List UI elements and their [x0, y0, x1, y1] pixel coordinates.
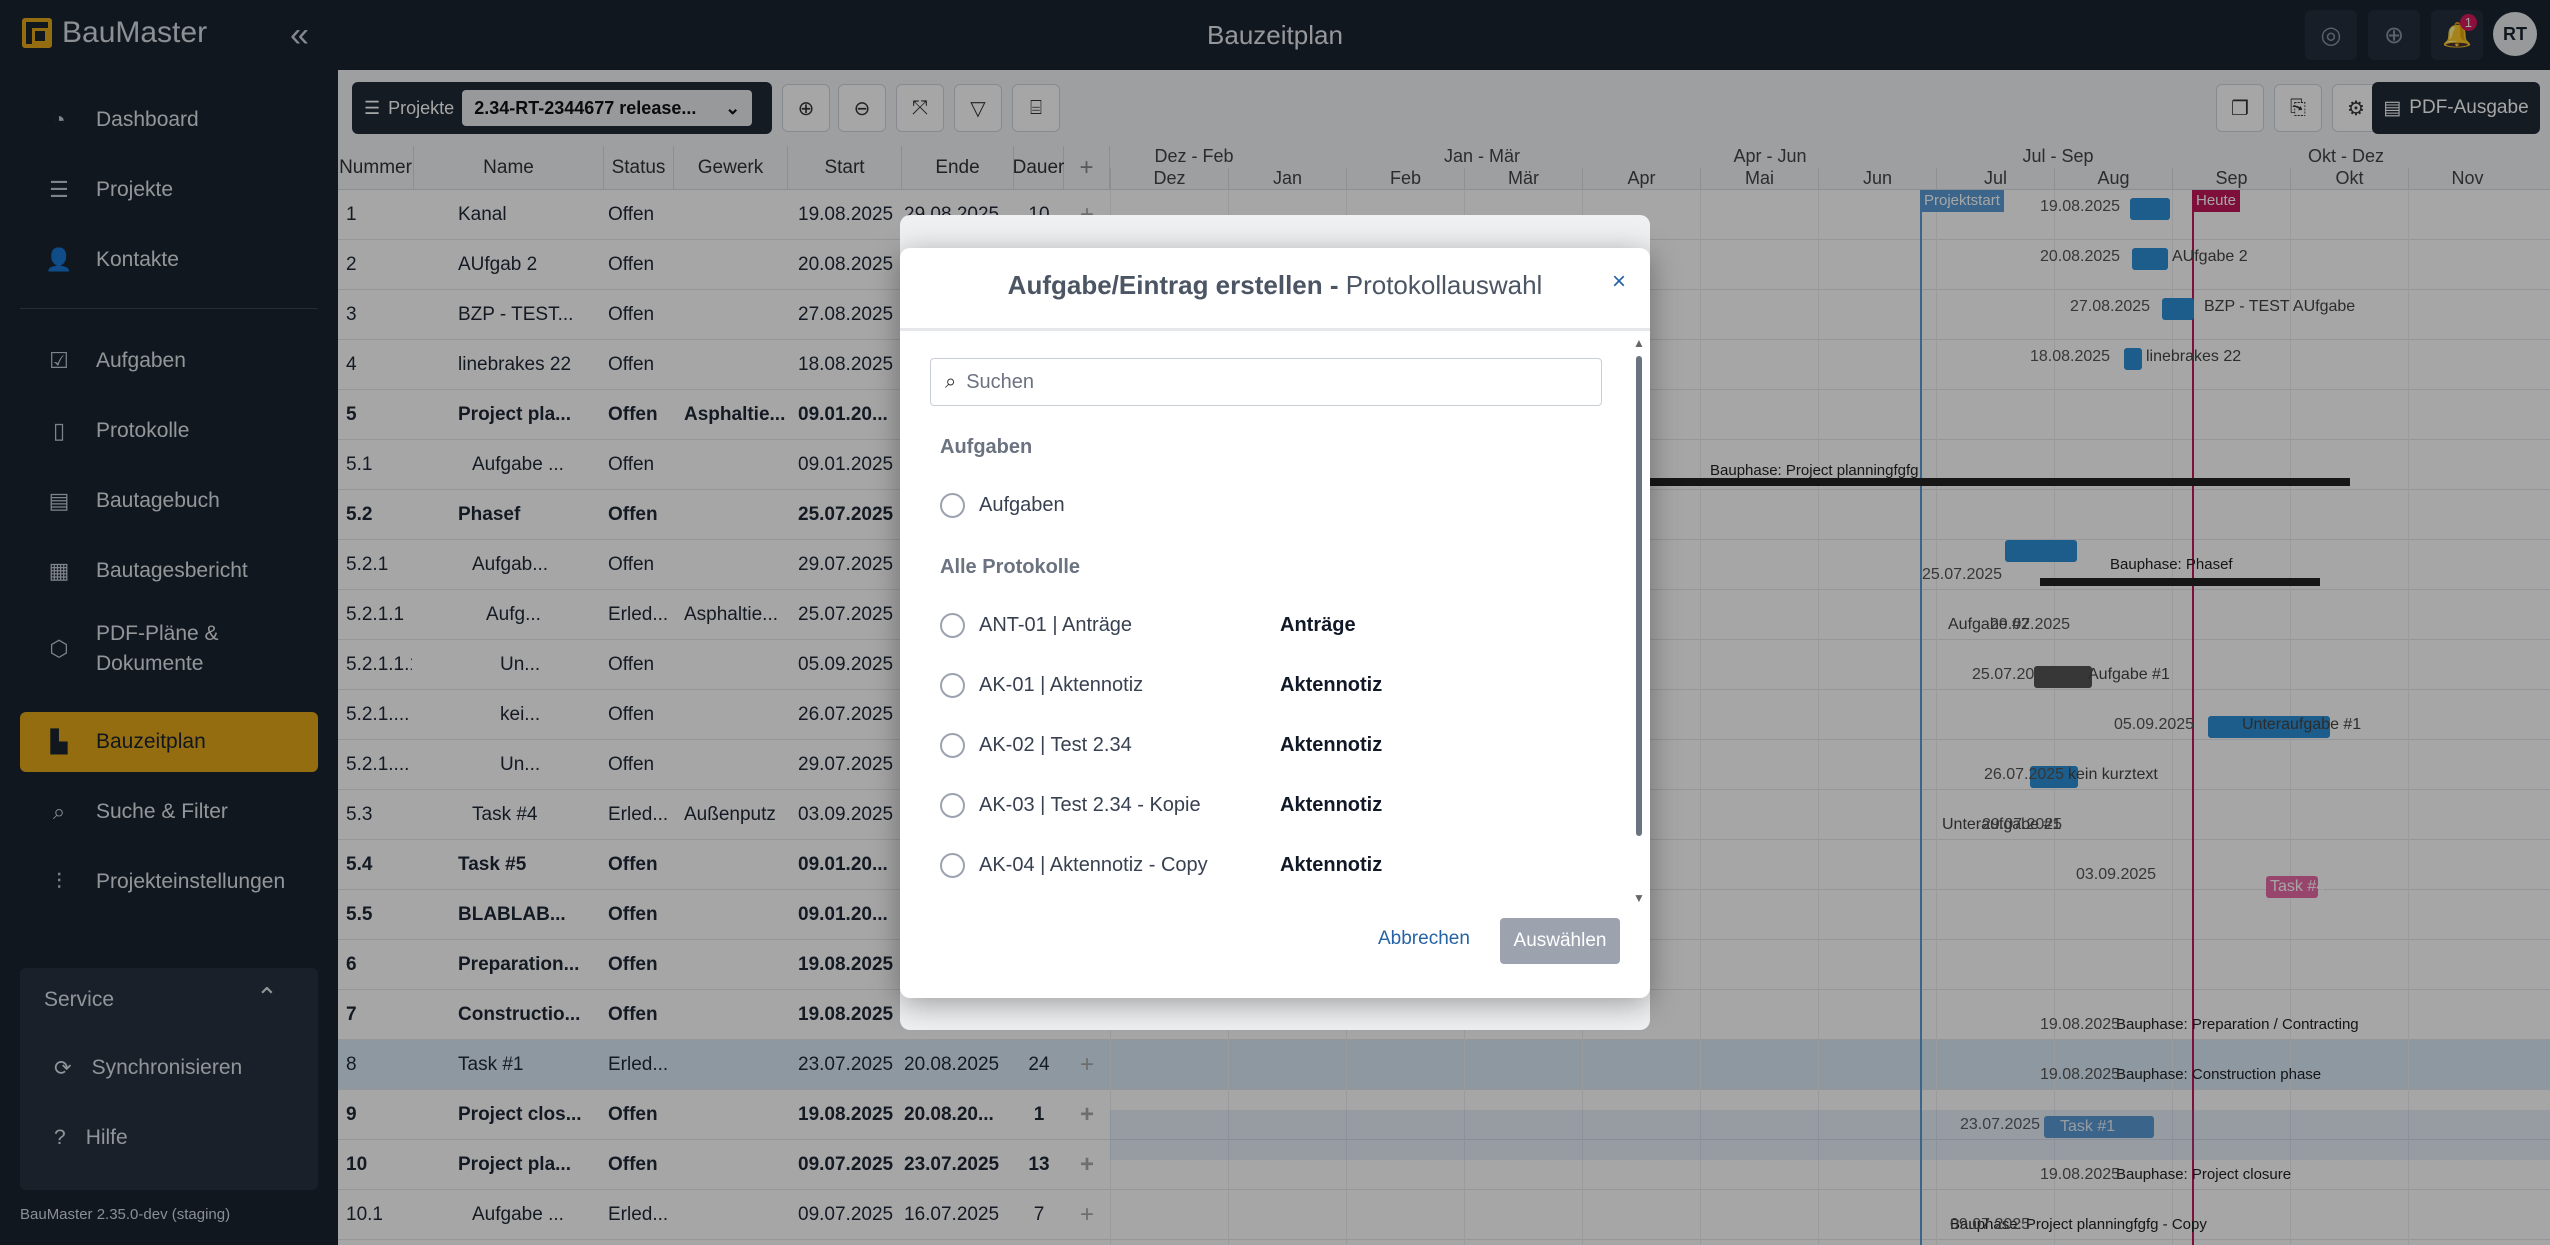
option-label: AK-02 | Test 2.34 — [979, 733, 1132, 756]
option-label: Aufgaben — [979, 493, 1065, 516]
option-protocol[interactable]: AK-04 | Aktennotiz - Copy Aktennotiz — [940, 845, 1590, 885]
option-label: AK-03 | Test 2.34 - Kopie — [979, 793, 1201, 816]
close-icon[interactable]: × — [1612, 268, 1626, 296]
section-protocols-heading: Alle Protokolle — [940, 556, 1081, 578]
select-protocol-modal: Aufgabe/Eintrag erstellen - Protokollaus… — [900, 248, 1650, 998]
radio-button[interactable] — [940, 852, 965, 878]
search-icon: ⌕ — [945, 370, 957, 393]
option-protocol[interactable]: AK-03 | Test 2.34 - Kopie Aktennotiz — [940, 785, 1590, 825]
option-category: Aktennotiz — [1280, 733, 1383, 756]
option-category: Aktennotiz — [1280, 853, 1383, 876]
search-placeholder: Suchen — [966, 370, 1035, 393]
radio-button[interactable] — [940, 672, 965, 698]
scroll-up-icon[interactable]: ▲ — [1633, 336, 1645, 350]
option-protocol[interactable]: ANT-01 | Anträge Anträge — [940, 605, 1590, 645]
scrollbar-thumb[interactable] — [1636, 356, 1642, 836]
radio-button[interactable] — [940, 612, 965, 638]
option-label: AK-01 | Aktennotiz — [979, 673, 1144, 696]
select-button[interactable]: Auswählen — [1500, 918, 1620, 964]
modal-footer: Abbrechen Auswählen — [900, 918, 1650, 998]
scroll-down-icon[interactable]: ▼ — [1633, 891, 1645, 905]
option-category: Aktennotiz — [1280, 793, 1383, 816]
radio-button[interactable] — [940, 792, 965, 818]
option-category: Anträge — [1280, 613, 1356, 636]
section-tasks-heading: Aufgaben — [940, 436, 1033, 458]
search-input[interactable]: ⌕ Suchen — [930, 358, 1602, 406]
option-protocol[interactable]: AK-01 | Aktennotiz Aktennotiz — [940, 665, 1590, 705]
option-label: ANT-01 | Anträge — [979, 613, 1133, 636]
option-label: AK-04 | Aktennotiz - Copy — [979, 853, 1208, 876]
modal-title: Aufgabe/Eintrag erstellen - Protokollaus… — [1007, 270, 1543, 300]
cancel-button[interactable]: Abbrechen — [1378, 928, 1470, 950]
option-aufgaben[interactable]: Aufgaben — [940, 485, 1590, 525]
modal-scrollbar[interactable]: ▲ ▼ — [1633, 336, 1645, 906]
option-category: Aktennotiz — [1280, 673, 1383, 696]
radio-button[interactable] — [940, 732, 965, 758]
divider — [900, 328, 1650, 331]
option-protocol[interactable]: AK-02 | Test 2.34 Aktennotiz — [940, 725, 1590, 765]
radio-button[interactable] — [940, 492, 965, 518]
